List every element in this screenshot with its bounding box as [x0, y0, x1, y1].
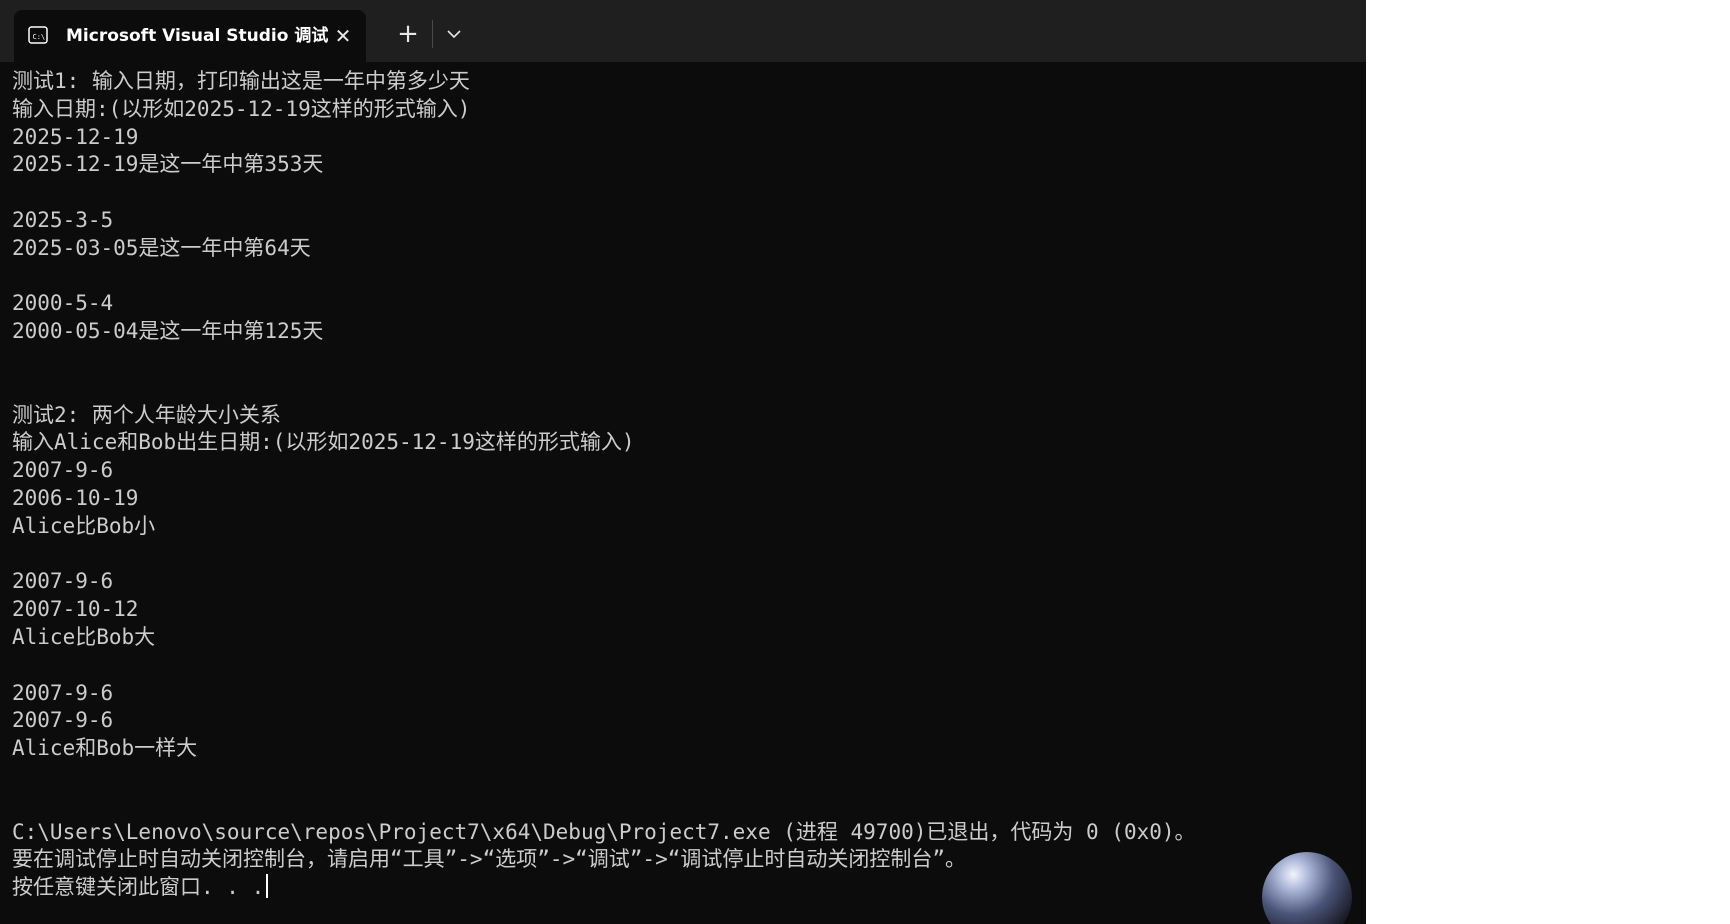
console-line: 按任意键关闭此窗口. . .	[12, 874, 1362, 902]
console-line: Alice比Bob小	[12, 513, 156, 538]
console-line: 2025-3-5	[12, 207, 114, 232]
new-tab-button[interactable]: +	[392, 18, 424, 50]
console-line: 2000-05-04是这一年中第125天	[12, 319, 324, 344]
console-line: 2025-12-19是这一年中第353天	[12, 152, 324, 177]
close-icon[interactable]: ✕	[330, 23, 356, 49]
console-line: 2007-9-6	[12, 458, 114, 483]
tab-strip: C:\ Microsoft Visual Studio 调试控 ✕ +	[0, 0, 1366, 62]
text-cursor	[266, 874, 269, 899]
console-line: 2007-9-6	[12, 569, 114, 594]
console-line: 2007-9-6	[12, 708, 114, 733]
console-line: 2006-10-19	[12, 485, 139, 510]
console-line: 2007-10-12	[12, 597, 139, 622]
console-line: 输入日期:(以形如2025-12-19这样的形式输入)	[12, 96, 471, 121]
console-line: 输入Alice和Bob出生日期:(以形如2025-12-19这样的形式输入)	[12, 430, 635, 455]
console-line: 测试1: 输入日期，打印输出这是一年中第多少天	[12, 69, 470, 93]
console-line: C:\Users\Lenovo\source\repos\Project7\x6…	[12, 819, 1196, 844]
svg-text:C:\: C:\	[33, 33, 46, 41]
console-line: 2025-03-05是这一年中第64天	[12, 235, 311, 260]
console-line: Alice比Bob大	[12, 624, 156, 649]
chevron-down-icon[interactable]	[438, 18, 470, 50]
console-line: 2007-9-6	[12, 680, 114, 705]
console-line: 2025-12-19	[12, 124, 139, 149]
console-line: 测试2: 两个人年龄大小关系	[12, 402, 281, 427]
console-output[interactable]: 测试1: 输入日期，打印输出这是一年中第多少天 输入日期:(以形如2025-12-…	[12, 68, 1362, 902]
tab-divider	[432, 20, 433, 48]
tab-active[interactable]: C:\ Microsoft Visual Studio 调试控 ✕	[14, 10, 366, 62]
console-icon: C:\	[28, 25, 48, 45]
tab-title: Microsoft Visual Studio 调试控	[66, 26, 328, 46]
console-line: 要在调试停止时自动关闭控制台，请启用“工具”->“选项”->“调试”->“调试停…	[12, 847, 966, 872]
console-line: 2000-5-4	[12, 291, 114, 316]
console-line: Alice和Bob一样大	[12, 736, 198, 761]
terminal-window: C:\ Microsoft Visual Studio 调试控 ✕ + 测试1:…	[0, 0, 1366, 924]
